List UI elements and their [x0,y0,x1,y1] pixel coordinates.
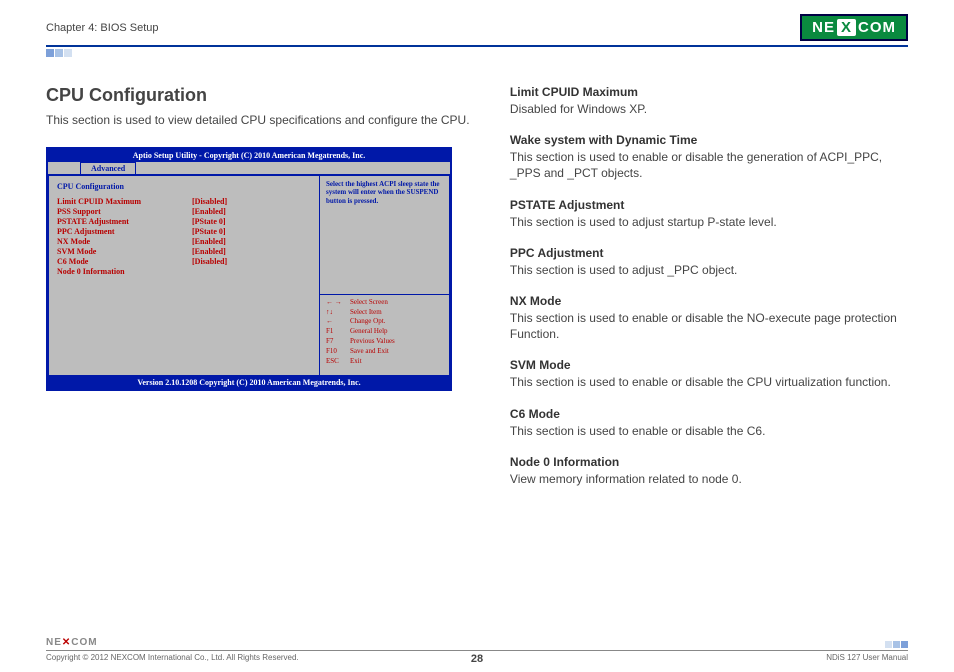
option-block: PSTATE Adjustment This section is used t… [510,198,908,230]
option-title: NX Mode [510,294,908,308]
footer-decor-squares [885,641,908,648]
option-block: NX Mode This section is used to enable o… [510,294,908,342]
option-desc: This section is used to enable or disabl… [510,310,908,342]
bios-settings-pane: CPU Configuration Limit CPUID Maximum[Di… [48,176,320,376]
bios-row: PPC Adjustment[PState 0] [57,227,311,236]
page-footer: NE✕COM Copyright © 2012 NEXCOM Internati… [0,637,954,662]
bios-footer-bar: Version 2.10.1208 Copyright (C) 2010 Ame… [48,376,450,389]
option-block: PPC Adjustment This section is used to a… [510,246,908,278]
option-block: Wake system with Dynamic Time This secti… [510,133,908,181]
header-decor-squares [46,49,954,57]
bios-row: Node 0 Information [57,267,311,276]
option-title: Node 0 Information [510,455,908,469]
logo-text-post: COM [858,19,896,36]
bios-key-legend: ← →Select Screen ↑↓Select Item ←Change O… [320,294,449,370]
option-block: C6 Mode This section is used to enable o… [510,407,908,439]
option-block: Limit CPUID Maximum Disabled for Windows… [510,85,908,117]
option-desc: This section is used to enable or disabl… [510,423,908,439]
section-description: This section is used to view detailed CP… [46,112,474,129]
option-desc: Disabled for Windows XP. [510,101,908,117]
option-desc: This section is used to enable or disabl… [510,149,908,181]
option-title: PSTATE Adjustment [510,198,908,212]
bios-help-pane: Select the highest ACPI sleep state the … [320,176,450,376]
footer-logo: NE✕COM [46,637,98,648]
bios-screenshot: Aptio Setup Utility - Copyright (C) 2010… [46,147,452,391]
section-title: CPU Configuration [46,85,474,106]
bios-row: NX Mode[Enabled] [57,237,311,246]
option-desc: This section is used to adjust startup P… [510,214,908,230]
option-title: Wake system with Dynamic Time [510,133,908,147]
option-title: PPC Adjustment [510,246,908,260]
bios-row: SVM Mode[Enabled] [57,247,311,256]
header-rule [46,45,908,47]
page-header: Chapter 4: BIOS Setup NE X COM [0,0,954,45]
option-title: SVM Mode [510,358,908,372]
option-desc: This section is used to adjust _PPC obje… [510,262,908,278]
bios-title-bar: Aptio Setup Utility - Copyright (C) 2010… [48,149,450,162]
option-title: C6 Mode [510,407,908,421]
page-number: 28 [0,653,954,665]
option-desc: This section is used to enable or disabl… [510,374,908,390]
bios-row: PSS Support[Enabled] [57,207,311,216]
chapter-label: Chapter 4: BIOS Setup [46,22,159,34]
option-desc: View memory information related to node … [510,471,908,487]
bios-row: Limit CPUID Maximum[Disabled] [57,197,311,206]
option-block: Node 0 Information View memory informati… [510,455,908,487]
logo-text-pre: NE [812,19,835,36]
bios-help-text: Select the highest ACPI sleep state the … [320,176,449,294]
bios-row: C6 Mode[Disabled] [57,257,311,266]
bios-tab-advanced: Advanced [80,162,136,174]
bios-row: PSTATE Adjustment[PState 0] [57,217,311,226]
right-column: Limit CPUID Maximum Disabled for Windows… [510,85,908,503]
bios-tab-bar: Advanced [48,162,450,175]
content-area: CPU Configuration This section is used t… [0,57,954,503]
option-title: Limit CPUID Maximum [510,85,908,99]
option-block: SVM Mode This section is used to enable … [510,358,908,390]
left-column: CPU Configuration This section is used t… [46,85,474,503]
logo-x-icon: X [837,19,856,36]
logo: NE X COM [800,14,908,41]
bios-pane-heading: CPU Configuration [57,182,311,191]
